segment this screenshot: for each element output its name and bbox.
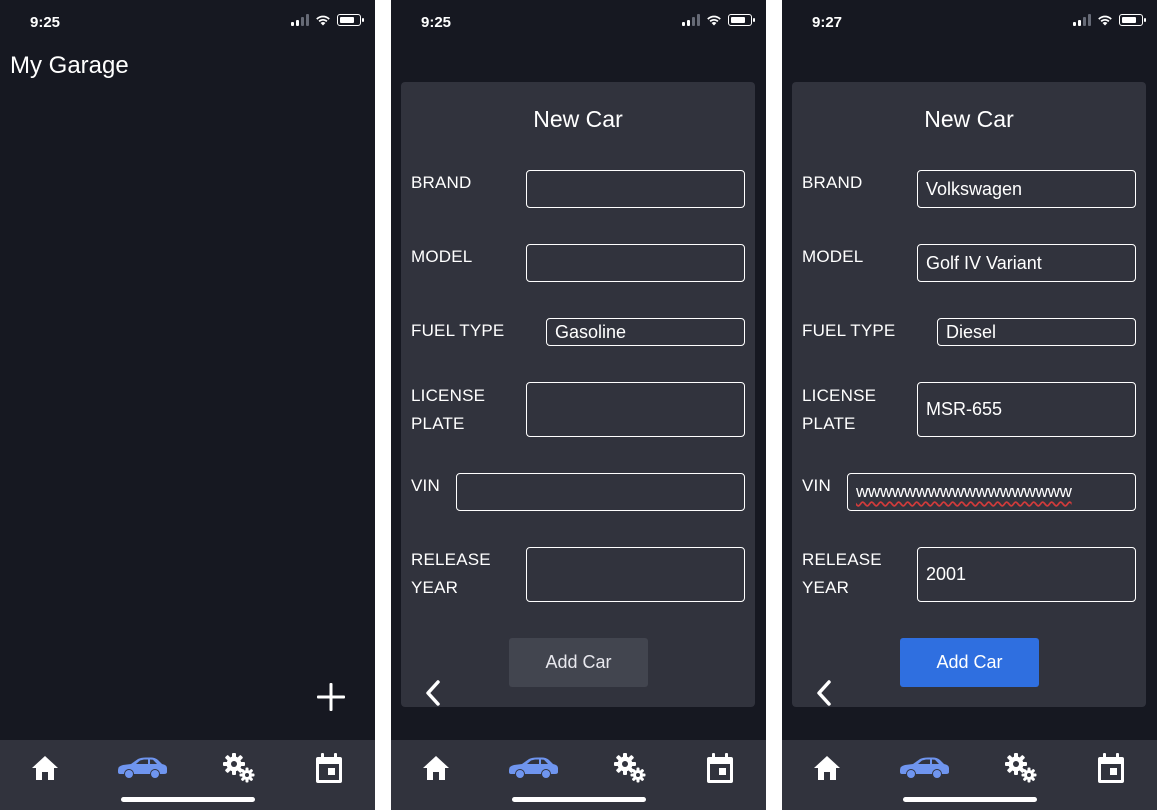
new-car-filled-screen: 9:27 New Car BRAND Volkswagen MODEL Golf… <box>782 0 1157 810</box>
model-label: MODEL <box>411 247 473 266</box>
release-year-field[interactable] <box>526 547 745 602</box>
new-car-empty-screen: 9:25 New Car BRAND MODEL FUEL TYPE Gasol… <box>391 0 766 810</box>
new-car-modal: New Car BRAND MODEL FUEL TYPE Gasoline L… <box>401 82 755 707</box>
model-field[interactable] <box>526 244 745 282</box>
tab-cars[interactable] <box>896 752 952 784</box>
calendar-icon <box>707 753 733 783</box>
home-icon <box>814 756 840 780</box>
wifi-icon <box>316 15 330 26</box>
license-plate-label: LICENSE PLATE <box>411 382 485 438</box>
tab-calendar[interactable] <box>704 752 736 784</box>
status-icons <box>1073 14 1146 26</box>
brand-label: BRAND <box>411 173 472 192</box>
add-car-button[interactable]: Add Car <box>509 638 648 687</box>
gears-icon <box>1005 753 1037 783</box>
car-icon <box>118 757 167 778</box>
fuel-type-select[interactable]: Diesel <box>937 318 1136 346</box>
model-label: MODEL <box>802 247 864 266</box>
license-plate-label-line1: LICENSE <box>411 386 486 405</box>
tab-cars[interactable] <box>505 752 561 784</box>
back-chevron-icon[interactable] <box>423 678 443 708</box>
fuel-type-select[interactable]: Gasoline <box>546 318 745 346</box>
release-year-label-line1: RELEASE <box>411 550 491 569</box>
car-icon <box>509 757 558 778</box>
new-car-modal: New Car BRAND Volkswagen MODEL Golf IV V… <box>792 82 1146 707</box>
tab-home[interactable] <box>28 752 62 784</box>
calendar-icon <box>1098 753 1124 783</box>
cellular-signal-icon <box>291 14 309 26</box>
fuel-type-label: FUEL TYPE <box>802 321 896 340</box>
license-plate-field[interactable] <box>526 382 745 437</box>
model-field[interactable]: Golf IV Variant <box>917 244 1136 282</box>
brand-label: BRAND <box>802 173 863 192</box>
battery-icon <box>1119 14 1146 26</box>
page-title: My Garage <box>10 52 129 79</box>
tab-calendar[interactable] <box>1095 752 1127 784</box>
release-year-label-line2: YEAR <box>411 578 459 597</box>
tab-bar <box>0 740 375 810</box>
tab-bar <box>391 740 766 810</box>
calendar-icon <box>316 753 342 783</box>
status-bar: 9:25 <box>0 0 375 44</box>
license-plate-label-line2: PLATE <box>802 414 856 433</box>
status-bar: 9:25 <box>391 0 766 44</box>
tab-settings[interactable] <box>611 752 649 784</box>
vin-field[interactable]: wwwwwwwwwwwwwwwwww <box>847 473 1136 511</box>
release-year-label: RELEASE YEAR <box>411 546 491 602</box>
vin-value: wwwwwwwwwwwwwwwwww <box>856 482 1072 501</box>
license-plate-label: LICENSE PLATE <box>802 382 876 438</box>
my-garage-screen: 9:25 My Garage <box>0 0 375 810</box>
home-icon <box>32 756 58 780</box>
brand-field[interactable] <box>526 170 745 208</box>
battery-icon <box>728 14 755 26</box>
release-year-label-line1: RELEASE <box>802 550 882 569</box>
car-icon <box>900 757 949 778</box>
add-car-button[interactable] <box>314 680 348 714</box>
wifi-icon <box>707 15 721 26</box>
tab-calendar[interactable] <box>313 752 345 784</box>
tab-home[interactable] <box>419 752 453 784</box>
brand-field[interactable]: Volkswagen <box>917 170 1136 208</box>
vin-label: VIN <box>802 476 831 495</box>
modal-title: New Car <box>924 106 1014 132</box>
home-indicator[interactable] <box>121 797 255 802</box>
wifi-icon <box>1098 15 1112 26</box>
vin-field[interactable] <box>456 473 745 511</box>
modal-title: New Car <box>533 106 623 132</box>
release-year-label: RELEASE YEAR <box>802 546 882 602</box>
home-indicator[interactable] <box>903 797 1037 802</box>
tab-settings[interactable] <box>1002 752 1040 784</box>
status-icons <box>291 14 364 26</box>
home-icon <box>423 756 449 780</box>
cellular-signal-icon <box>682 14 700 26</box>
home-indicator[interactable] <box>512 797 646 802</box>
gears-icon <box>223 753 255 783</box>
release-year-label-line2: YEAR <box>802 578 850 597</box>
battery-icon <box>337 14 364 26</box>
status-time: 9:25 <box>30 14 61 31</box>
tab-bar <box>782 740 1157 810</box>
tab-home[interactable] <box>810 752 844 784</box>
cellular-signal-icon <box>1073 14 1091 26</box>
fuel-type-label: FUEL TYPE <box>411 321 505 340</box>
tab-settings[interactable] <box>220 752 258 784</box>
license-plate-field[interactable]: MSR-655 <box>917 382 1136 437</box>
tab-cars[interactable] <box>114 752 170 784</box>
status-icons <box>682 14 755 26</box>
license-plate-label-line2: PLATE <box>411 414 465 433</box>
status-time: 9:27 <box>812 14 843 31</box>
release-year-field[interactable]: 2001 <box>917 547 1136 602</box>
gears-icon <box>614 753 646 783</box>
vin-label: VIN <box>411 476 440 495</box>
license-plate-label-line1: LICENSE <box>802 386 877 405</box>
add-car-button[interactable]: Add Car <box>900 638 1039 687</box>
status-bar: 9:27 <box>782 0 1157 44</box>
back-chevron-icon[interactable] <box>814 678 834 708</box>
status-time: 9:25 <box>421 14 452 31</box>
